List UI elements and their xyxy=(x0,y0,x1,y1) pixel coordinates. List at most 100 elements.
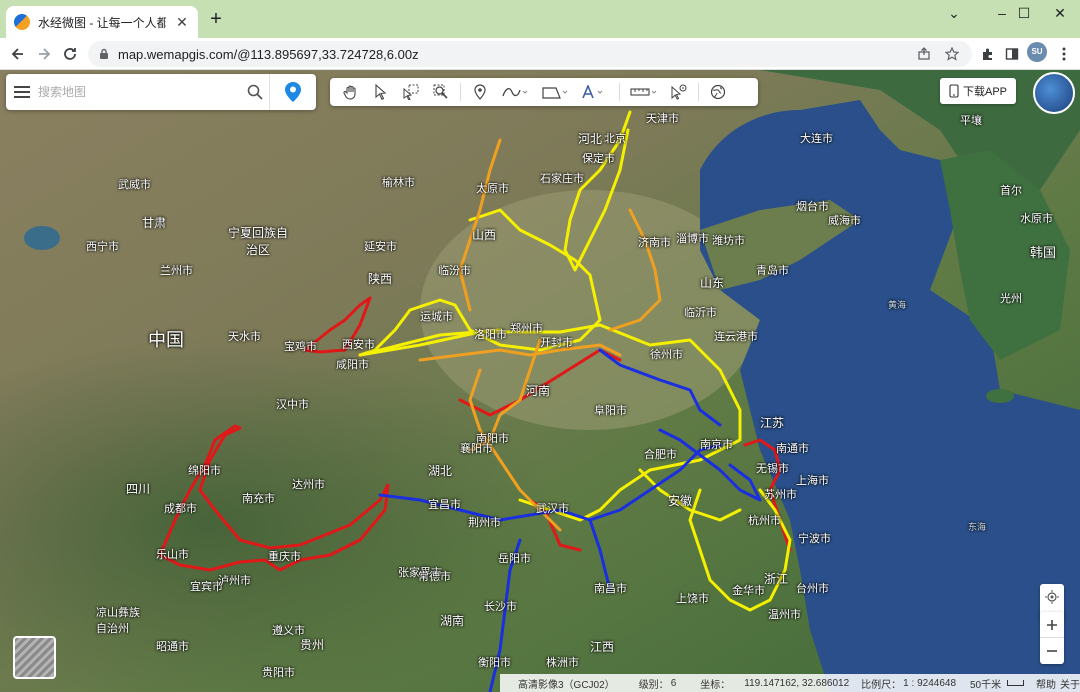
map-label-place: 荆州市 xyxy=(468,517,501,529)
satellite-basemap xyxy=(0,70,1080,692)
map-label-place: 常德市 xyxy=(418,571,451,583)
pointer-icon[interactable] xyxy=(366,78,396,106)
about-link[interactable]: 关于 xyxy=(1060,676,1080,691)
locate-me-icon[interactable] xyxy=(1040,584,1064,610)
map-label-place: 泸州市 xyxy=(218,575,251,587)
map-label-place: 河北 xyxy=(578,132,603,146)
map-label-place: 株洲市 xyxy=(546,657,579,669)
zoom-out-button[interactable] xyxy=(1040,638,1064,664)
map-label-place: 天津市 xyxy=(646,113,679,125)
download-app-label: 下载APP xyxy=(962,86,1007,98)
favicon-icon xyxy=(14,14,30,30)
profile-avatar[interactable]: SU xyxy=(1027,42,1047,62)
back-arrow-icon[interactable] xyxy=(6,42,30,66)
coord-label: 坐标： xyxy=(700,679,731,691)
map-label-place: 达州市 xyxy=(292,479,325,491)
map-label-korea: 韩国 xyxy=(1030,245,1057,260)
browser-menu-icon[interactable] xyxy=(1052,42,1076,66)
hand-pan-icon[interactable] xyxy=(336,78,366,106)
map-label-place: 临沂市 xyxy=(684,307,717,319)
map-label-place: 保定市 xyxy=(582,153,615,165)
measure-icon[interactable] xyxy=(624,78,664,106)
scale-label: 比例尺： xyxy=(861,679,902,691)
phone-icon xyxy=(949,84,959,98)
map-label-place: 太原市 xyxy=(476,183,509,195)
download-app-button[interactable]: 下载APP xyxy=(940,78,1016,104)
map-label-place: 乐山市 xyxy=(156,549,189,561)
box-select-icon[interactable] xyxy=(396,78,426,106)
map-label-place: 宜昌市 xyxy=(428,499,461,511)
new-tab-button[interactable]: + xyxy=(204,8,228,32)
tool-divider xyxy=(460,83,461,101)
map-label-place: 绵阳市 xyxy=(188,465,221,477)
map-label-place: 四川 xyxy=(126,482,151,496)
map-label-place: 宁波市 xyxy=(798,533,831,545)
help-link[interactable]: 帮助 xyxy=(1036,676,1056,691)
map-label-place: 西宁市 xyxy=(86,241,119,253)
map-label-place: 河南 xyxy=(526,384,551,398)
identify-icon[interactable] xyxy=(664,78,694,106)
map-label-place: 江西 xyxy=(590,640,615,654)
reload-icon[interactable] xyxy=(58,42,82,66)
map-label-place: 淄博市 xyxy=(676,233,709,245)
location-pin-icon[interactable] xyxy=(270,74,316,110)
coord-value: 119.147162, 32.686012 xyxy=(744,677,850,689)
menu-icon[interactable] xyxy=(6,74,38,110)
lock-icon xyxy=(100,48,108,59)
search-input[interactable] xyxy=(38,85,240,99)
address-bar[interactable]: map.wemapgis.com/@113.895697,33.724728,6… xyxy=(88,41,972,67)
map-label-place: 武威市 xyxy=(118,179,151,191)
tab-close-icon[interactable]: ✕ xyxy=(174,14,190,31)
zoom-level-value: 6 xyxy=(670,677,677,689)
polygon-icon[interactable] xyxy=(535,78,575,106)
search-icon[interactable] xyxy=(240,74,270,110)
map-label-place: 杭州市 xyxy=(748,515,781,527)
bookmark-star-icon[interactable] xyxy=(942,44,962,64)
map-label-place: 江苏 xyxy=(760,416,785,430)
map-label-place: 洛阳市 xyxy=(474,329,507,341)
side-panel-icon[interactable] xyxy=(1000,42,1024,66)
zoom-in-button[interactable] xyxy=(1040,612,1064,638)
map-label-place: 衡阳市 xyxy=(478,657,511,669)
map-label-place: 威海市 xyxy=(828,215,861,227)
close-window-button[interactable]: ✕ xyxy=(1040,0,1080,26)
map-label-place: 武汉市 xyxy=(536,503,569,515)
map-canvas[interactable]: 中国 韩国 黄海 东海 天津市 北京 河北 保定市 石家庄市 太原市 大连市 平… xyxy=(0,70,1080,692)
map-label-place: 临汾市 xyxy=(438,265,471,277)
map-label-place: 宁夏回族自治区 xyxy=(228,226,289,257)
map-tools-bar xyxy=(330,78,758,106)
tool-divider xyxy=(619,83,620,101)
map-label-place: 重庆市 xyxy=(268,551,301,563)
globe-icon[interactable] xyxy=(703,78,733,106)
zoom-level-label: 级别： xyxy=(638,679,669,691)
forward-arrow-icon[interactable] xyxy=(32,42,56,66)
curve-icon[interactable] xyxy=(495,78,535,106)
layer-switcher-thumbnail[interactable] xyxy=(13,636,56,679)
map-label-place: 汉中市 xyxy=(276,399,309,411)
browser-tab[interactable]: 水经微图 - 让每一个人都有自己 ✕ xyxy=(6,6,198,38)
map-search-box xyxy=(6,74,316,110)
map-label-place: 潍坊市 xyxy=(712,235,745,247)
map-label-place: 长沙市 xyxy=(484,601,517,613)
map-label-place: 平壤 xyxy=(960,115,982,127)
map-label-place: 南昌市 xyxy=(594,583,627,595)
map-label-place: 台州市 xyxy=(796,583,829,595)
tab-search-icon[interactable]: ⌄ xyxy=(934,0,974,26)
map-label-place: 上饶市 xyxy=(676,593,709,605)
tool-divider xyxy=(698,83,699,101)
map-label-place: 浙江 xyxy=(764,572,789,586)
map-label-place: 天水市 xyxy=(228,331,261,343)
globe-view-button[interactable] xyxy=(1033,72,1075,114)
map-label-place: 苏州市 xyxy=(764,489,797,501)
map-label-place: 光州 xyxy=(1000,293,1022,305)
map-label-place: 成都市 xyxy=(164,503,197,515)
browser-toolbar: map.wemapgis.com/@113.895697,33.724728,6… xyxy=(0,38,1080,70)
map-label-place: 昭通市 xyxy=(156,641,189,653)
zoom-select-icon[interactable] xyxy=(426,78,456,106)
marker-icon[interactable] xyxy=(465,78,495,106)
maximize-button[interactable]: ☐ xyxy=(1004,0,1044,26)
tab-title: 水经微图 - 让每一个人都有自己 xyxy=(38,15,166,30)
share-icon[interactable] xyxy=(914,44,934,64)
text-icon[interactable] xyxy=(575,78,615,106)
extensions-puzzle-icon[interactable] xyxy=(976,42,1000,66)
